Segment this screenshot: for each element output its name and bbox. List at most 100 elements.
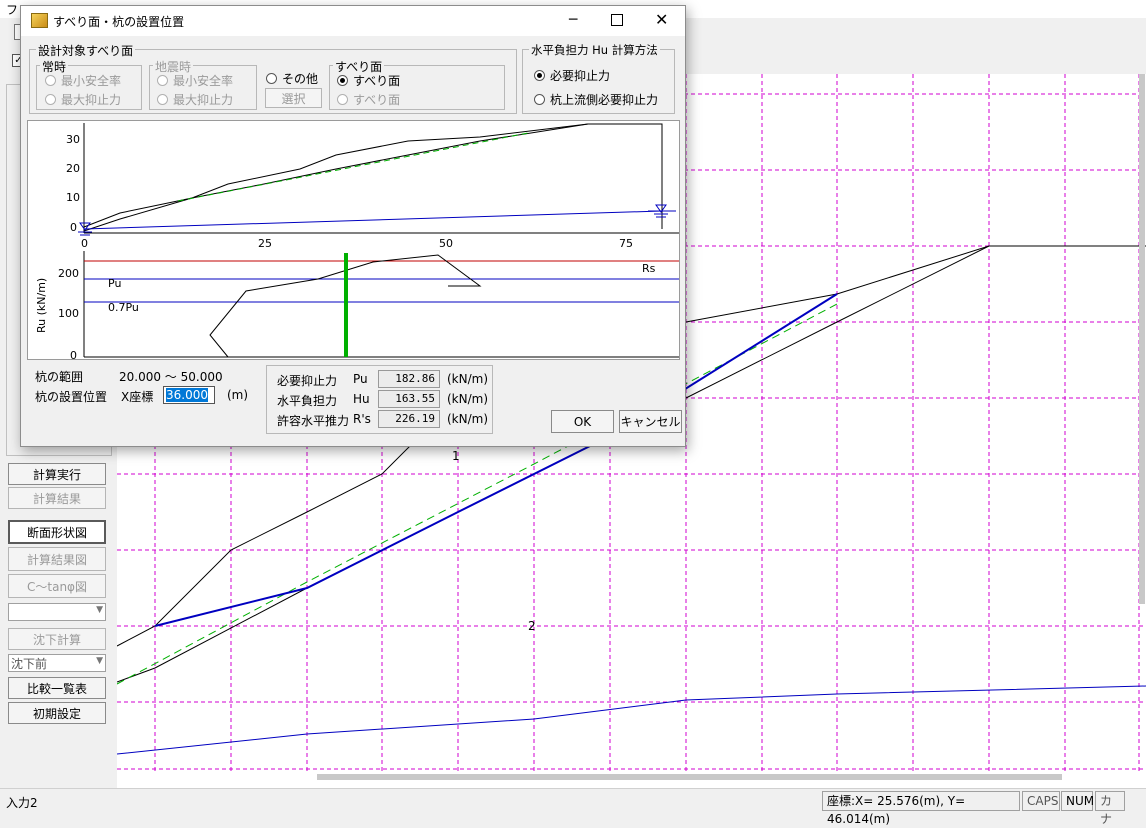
x-tick-0: 0: [81, 237, 88, 250]
plot-svg: 30 20 10 0 0 25 50 75 200 100 0 Ru (kN/m…: [35, 123, 679, 359]
dialog-title: すべり面・杭の設置位置: [53, 15, 185, 29]
radio-dot: [337, 94, 348, 105]
slip-surface-radio[interactable]: すべり面: [337, 72, 400, 89]
dialog-window: すべり面・杭の設置位置 ─ ✕ 設計対象すべり面 常時 最小安全率 最大抑止力 …: [20, 5, 686, 447]
slip-label-1: 1: [452, 449, 460, 463]
kana-indicator: カナ: [1095, 791, 1125, 826]
pile-position-label: 杭の設置位置: [35, 390, 108, 404]
radio-dot: [45, 75, 56, 86]
normal-max-force-radio[interactable]: 最大抑止力: [45, 91, 121, 108]
coordinate-readout: 座標:X= 25.576(m), Y= 46.014(m): [822, 791, 1020, 826]
minimize-icon[interactable]: ─: [569, 12, 577, 28]
radio-label: 最大抑止力: [173, 93, 234, 107]
radio-label: すべり面: [353, 93, 401, 107]
pile-position-plot[interactable]: 30 20 10 0 0 25 50 75 200 100 0 Ru (kN/m…: [27, 120, 680, 360]
hu-method-label: 水平負担力 Hu 計算方法: [529, 42, 660, 58]
radio-dot: [266, 73, 277, 84]
dialog-title-bar[interactable]: すべり面・杭の設置位置 ─ ✕: [21, 6, 685, 36]
radio-label: 杭上流側必要抑止力: [550, 93, 659, 107]
compare-table-button[interactable]: 比較一覧表: [8, 677, 106, 699]
upstream-required-force-radio[interactable]: 杭上流側必要抑止力: [534, 91, 658, 108]
result-value-hu: 163.55: [378, 390, 440, 408]
slip-surface-radio-2[interactable]: すべり面: [337, 91, 400, 108]
vertical-scrollbar[interactable]: [1139, 74, 1145, 604]
status-left-text: 入力2: [6, 796, 38, 810]
result-name-pu: 必要抑止力: [277, 374, 338, 388]
radio-dot: [45, 94, 56, 105]
result-symbol-rs: R's: [353, 412, 371, 426]
close-icon[interactable]: ✕: [655, 10, 668, 29]
result-unit-hu: (kN/m): [447, 392, 489, 406]
normal-min-safety-radio[interactable]: 最小安全率: [45, 72, 121, 89]
result-name-rs: 許容水平推力: [277, 414, 350, 428]
chevron-down-icon: ▼: [96, 605, 103, 615]
y-tick-10: 10: [66, 191, 80, 204]
result-value-rs: 226.19: [378, 410, 440, 428]
calc-result-button[interactable]: 計算結果: [8, 487, 106, 509]
radio-label: その他: [282, 72, 319, 86]
seismic-min-safety-radio[interactable]: 最小安全率: [157, 72, 233, 89]
slip-surface: [83, 123, 589, 232]
caps-indicator: CAPS: [1022, 791, 1060, 811]
radio-dot: [157, 94, 168, 105]
x-tick-50: 50: [439, 237, 453, 250]
water-level-line: [117, 685, 1146, 755]
radio-dot: [157, 75, 168, 86]
settle-state-select[interactable]: 沈下前 ▼: [8, 654, 106, 672]
x-tick-25: 25: [258, 237, 272, 250]
pile-range-label: 杭の範囲: [35, 370, 84, 384]
result-symbol-pu: Pu: [353, 372, 368, 386]
y-tick-0: 0: [70, 221, 77, 234]
group-target-label: 設計対象すべり面: [36, 42, 136, 59]
radio-label: 必要抑止力: [550, 69, 611, 83]
radio-label: 最大抑止力: [61, 93, 122, 107]
other-radio[interactable]: その他: [266, 70, 318, 87]
section-view-button[interactable]: 断面形状図: [8, 520, 106, 544]
y-tick-20: 20: [66, 162, 80, 175]
calc-run-button[interactable]: 計算実行: [8, 463, 106, 485]
result-name-hu: 水平負担力: [277, 394, 338, 408]
pu07-label: 0.7Pu: [108, 301, 139, 314]
cancel-button[interactable]: キャンセル: [619, 410, 682, 433]
settle-calc-button[interactable]: 沈下計算: [8, 628, 106, 650]
pu-label: Pu: [108, 277, 121, 290]
ru-tick-100: 100: [58, 307, 79, 320]
result-view-button[interactable]: 計算結果図: [8, 547, 106, 571]
radio-dot: [534, 94, 545, 105]
horizontal-scrollbar[interactable]: [317, 774, 1062, 780]
menu-initial[interactable]: フ: [6, 1, 18, 18]
chevron-down-icon: ▼: [96, 656, 103, 666]
x-coord-value: 36.000: [166, 388, 208, 402]
c-tan-view-button[interactable]: C〜tanφ図: [8, 574, 106, 598]
x-tick-75: 75: [619, 237, 633, 250]
slip-label-2: 2: [528, 619, 536, 633]
result-unit-rs: (kN/m): [447, 412, 489, 426]
view-select[interactable]: ▼: [8, 603, 106, 621]
ru-axis-label: Ru (kN/m): [35, 278, 48, 333]
radio-label: 最小安全率: [61, 74, 122, 88]
settle-state-value: 沈下前: [11, 657, 48, 671]
result-value-pu: 182.86: [378, 370, 440, 388]
radio-label: 最小安全率: [173, 74, 234, 88]
initial-setting-button[interactable]: 初期設定: [8, 702, 106, 724]
rs-label: Rs: [642, 262, 656, 275]
select-button[interactable]: 選択: [265, 88, 322, 108]
result-symbol-hu: Hu: [353, 392, 370, 406]
app-icon: [31, 13, 48, 28]
required-force-radio[interactable]: 必要抑止力: [534, 67, 610, 84]
critical-slip-dashed: [177, 132, 529, 202]
radio-dot-selected: [534, 70, 545, 81]
num-indicator: NUM: [1061, 791, 1094, 811]
water-level: [83, 210, 663, 230]
x-coord-input[interactable]: 36.000: [163, 386, 215, 404]
seismic-max-force-radio[interactable]: 最大抑止力: [157, 91, 233, 108]
radio-label: すべり面: [353, 74, 401, 88]
x-coord-unit: (m): [227, 388, 249, 402]
ok-button[interactable]: OK: [551, 410, 614, 433]
ru-tick-0: 0: [70, 349, 77, 359]
maximize-icon[interactable]: [611, 14, 623, 26]
y-tick-30: 30: [66, 133, 80, 146]
x-coord-label: X座標: [121, 390, 154, 404]
pile-range-value: 20.000 〜 50.000: [119, 370, 223, 384]
ru-tick-200: 200: [58, 267, 79, 280]
